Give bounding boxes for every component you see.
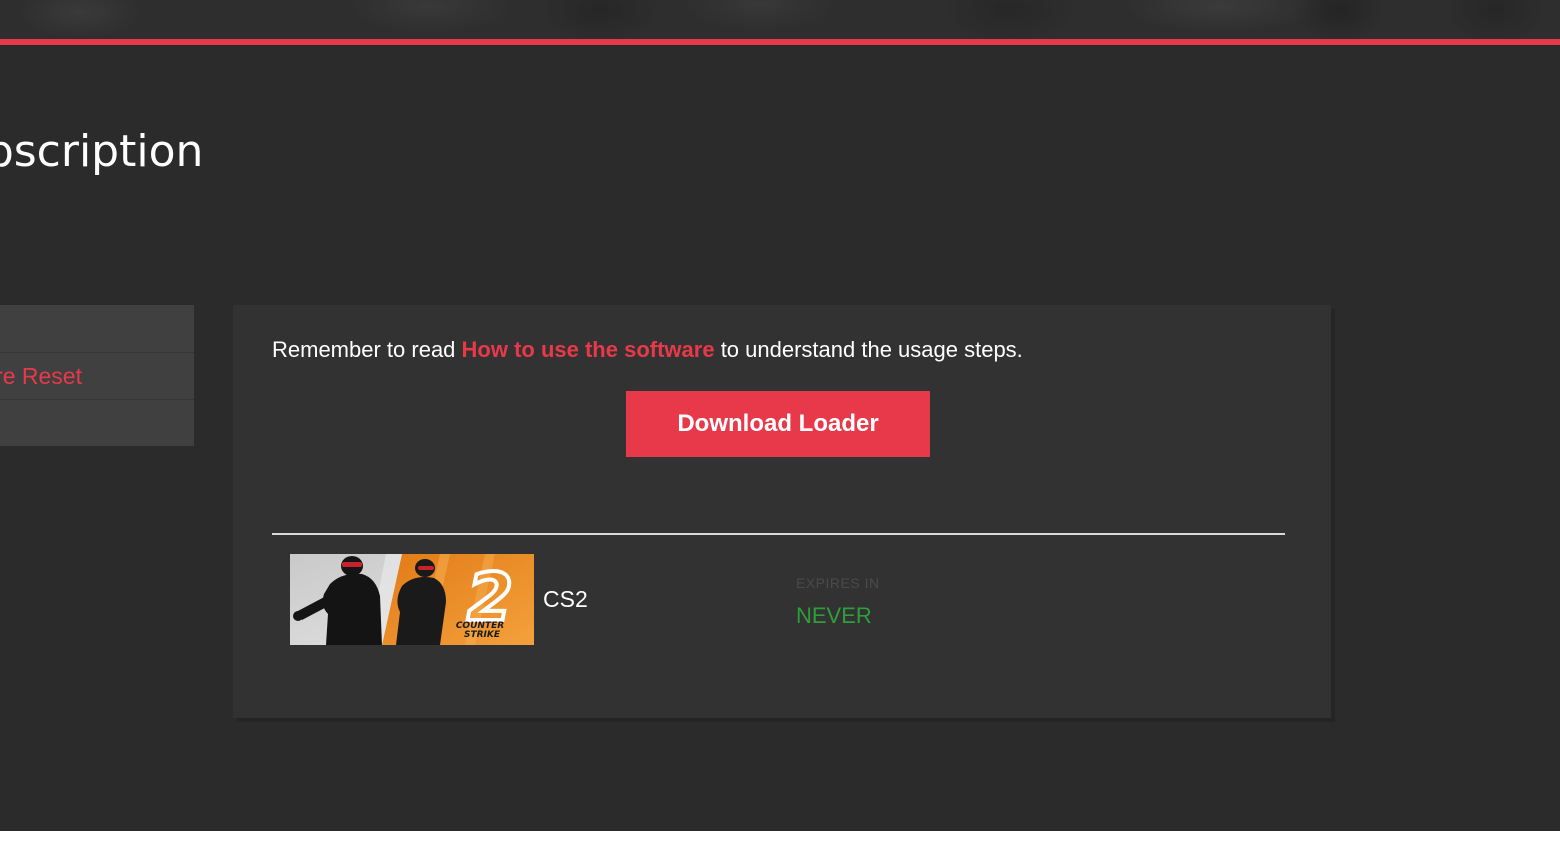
side-menu-item-hardware-reset-label: Hardware Reset [0,363,82,389]
download-loader-button[interactable]: Download Loader [626,391,930,457]
side-menu-item-hardware-reset[interactable]: Hardware Reset [0,352,194,400]
game-name: CS2 [543,586,588,612]
window-bottom-edge [0,831,1560,857]
subscription-panel: Remember to read How to use the software… [233,305,1331,718]
expires-label: EXPIRES IN [796,575,880,591]
thumbnail-text-bottom: STRIKE [464,630,501,640]
side-menu-item-1[interactable] [0,305,194,353]
cs2-artwork: 2 COUNTER STRIKE [290,554,534,645]
cs2-thumbnail-icon: 2 COUNTER STRIKE [290,554,534,645]
side-menu-item-3[interactable] [0,399,194,446]
panel-divider [272,533,1285,535]
page-viewport: Subscription Hardware Reset Remember to … [0,0,1560,831]
reminder-suffix: to understand the usage steps. [714,337,1023,362]
usage-reminder: Remember to read How to use the software… [272,336,1023,364]
reminder-prefix: Remember to read [272,337,462,362]
header-banner [0,0,1560,39]
account-side-menu: Hardware Reset [0,305,194,446]
expires-value: NEVER [796,603,872,628]
page-title: Subscription [0,126,204,177]
how-to-use-link[interactable]: How to use the software [462,337,715,362]
header-accent-line [0,39,1560,45]
